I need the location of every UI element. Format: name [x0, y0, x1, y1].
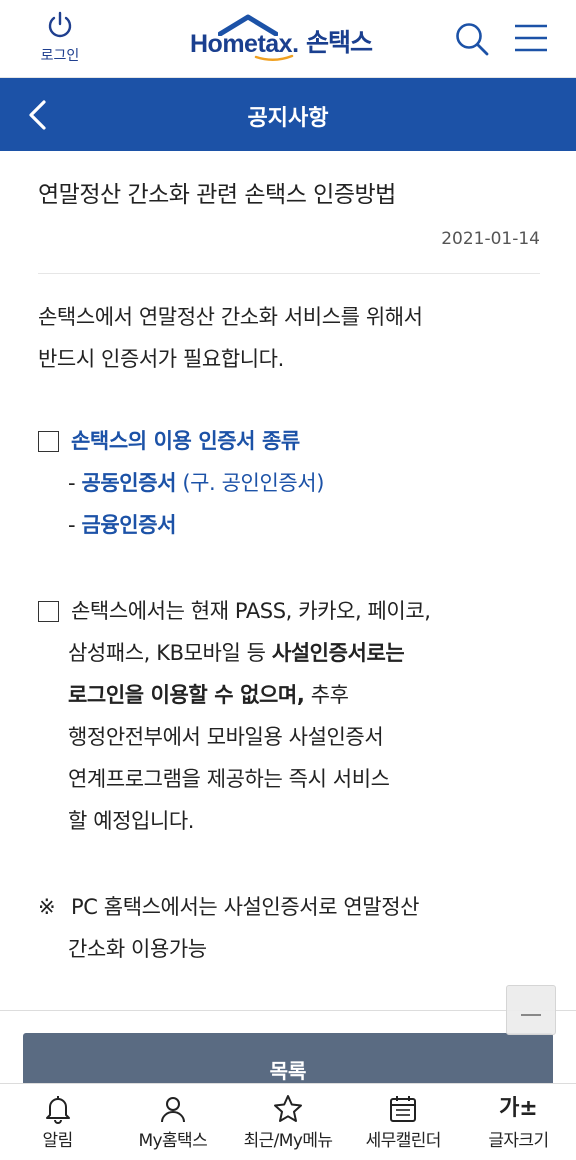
bottom-nav: 알림 My홈택스 최근/My메뉴 세무캘린더 가± 글자크기: [0, 1083, 576, 1160]
item-2-name: 금융인증서: [81, 513, 177, 537]
hamburger-menu-icon[interactable]: [512, 21, 550, 55]
login-button[interactable]: 로그인: [32, 10, 88, 65]
section2-line-2-bold: 사설인증서로는: [271, 641, 405, 665]
search-icon[interactable]: [453, 20, 491, 58]
section2-line-2: 삼성패스, KB모바일 등 사설인증서로는: [38, 632, 540, 674]
nav-item-my-hometax[interactable]: My홈택스: [115, 1084, 230, 1160]
intro-line-2: 반드시 인증서가 필요합니다.: [38, 347, 284, 371]
section2-line-1: 손택스에서는 현재 PASS, 카카오, 페이코,: [71, 599, 431, 623]
certificate-item-1: - 공동인증서 (구. 공인인증서): [38, 462, 540, 504]
intro-line-1: 손택스에서 연말정산 간소화 서비스를 위해서: [38, 305, 423, 329]
power-icon: [48, 11, 72, 38]
nav-item-font-size[interactable]: 가± 글자크기: [461, 1084, 576, 1160]
reference-mark: ※: [38, 895, 56, 919]
notice-date: 2021-01-14: [441, 229, 540, 249]
scroll-top-button[interactable]: [506, 985, 556, 1035]
nav-label-my-hometax: My홈택스: [138, 1131, 208, 1151]
nav-label-alarm: 알림: [42, 1131, 74, 1151]
calendar-icon: [390, 1096, 417, 1122]
section2-line-5: 연계프로그램을 제공하는 즉시 서비스: [68, 767, 390, 791]
section2-line-3-plain: 추후: [304, 683, 349, 707]
note-line-1: PC 홈택스에서는 사설인증서로 연말정산: [71, 895, 420, 919]
page-title-bar: 공지사항: [0, 78, 576, 151]
section2-line-6: 할 예정입니다.: [68, 809, 195, 833]
nav-label-recent-menu: 최근/My메뉴: [243, 1131, 333, 1151]
section2-line-4: 행정안전부에서 모바일용 사설인증서: [68, 725, 384, 749]
item-1-bullet: -: [68, 471, 82, 495]
person-icon: [160, 1097, 185, 1123]
section2-line-3: 로그인을 이용할 수 없으며, 추후: [38, 674, 540, 716]
checkbox-square-icon: [38, 601, 59, 622]
private-certificate-section: 손택스에서는 현재 PASS, 카카오, 페이코, 삼성패스, KB모바일 등 …: [38, 590, 540, 842]
bell-icon: [45, 1096, 70, 1124]
title-divider: [38, 273, 540, 274]
nav-label-tax-calendar: 세무캘린더: [365, 1131, 442, 1151]
notice-title: 연말정산 간소화 관련 손택스 인증방법: [38, 182, 396, 208]
note-line-2: 간소화 이용가능: [68, 937, 207, 961]
item-1-name: 공동인증서: [81, 471, 177, 495]
pc-hometax-note-section: ※ PC 홈택스에서는 사설인증서로 연말정산 간소화 이용가능: [38, 886, 540, 970]
certificate-types-heading: 손택스의 이용 인증서 종류: [71, 429, 300, 453]
star-icon: [274, 1095, 302, 1122]
nav-item-recent-menu[interactable]: 최근/My메뉴: [230, 1084, 345, 1160]
hometax-logo[interactable]: Hometax. 손택스: [188, 14, 398, 64]
intro-paragraph: 손택스에서 연말정산 간소화 서비스를 위해서 반드시 인증서가 필요합니다.: [38, 296, 540, 380]
certificate-types-section: 손택스의 이용 인증서 종류 - 공동인증서 (구. 공인인증서) - 금융인증…: [38, 420, 540, 546]
content-divider: [0, 1010, 576, 1011]
notice-content: 연말정산 간소화 관련 손택스 인증방법 2021-01-14 손택스에서 연말…: [38, 151, 540, 970]
logo-sontax-text: 손택스: [306, 28, 373, 57]
nav-label-font-size: 글자크기: [488, 1131, 549, 1151]
minus-icon: [521, 1014, 541, 1016]
checkbox-square-icon: [38, 431, 59, 452]
nav-item-tax-calendar[interactable]: 세무캘린더: [346, 1084, 461, 1160]
section2-line-2-plain: 삼성패스, KB모바일 등: [68, 641, 272, 665]
certificate-item-2: - 금융인증서: [38, 504, 540, 546]
item-1-note: (구. 공인인증서): [176, 471, 324, 495]
top-header: 로그인 Hometax. 손택스: [0, 0, 576, 78]
section2-line-3-bold: 로그인을 이용할 수 없으며,: [68, 683, 305, 707]
nav-item-alarm[interactable]: 알림: [0, 1084, 115, 1160]
item-2-bullet: -: [68, 513, 82, 537]
login-label: 로그인: [40, 48, 80, 64]
logo-swoosh-icon: [254, 54, 294, 61]
page-title: 공지사항: [247, 106, 329, 131]
font-size-icon: 가±: [499, 1096, 538, 1121]
